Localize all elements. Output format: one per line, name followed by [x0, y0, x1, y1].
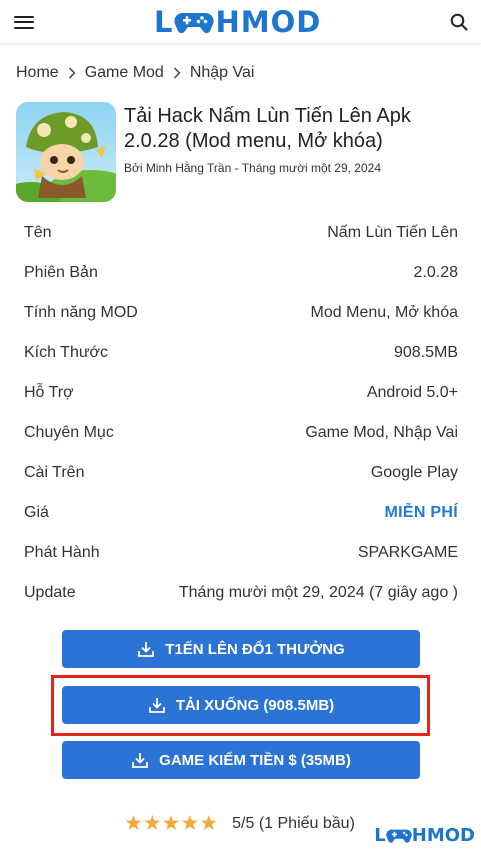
info-value: Nấm Lùn Tiến Lên	[327, 224, 458, 241]
chevron-right-icon	[173, 67, 181, 79]
button-label: GAME KIẾM TIỀN $ (35MB)	[159, 751, 351, 769]
download-highlight-box	[51, 675, 430, 736]
star-rating[interactable]: ★ ★ ★ ★ ★	[124, 813, 218, 835]
app-icon	[16, 102, 116, 202]
watermark-logo: L HMOD	[374, 825, 475, 846]
info-row-install-on: Cài Trên Google Play	[16, 453, 466, 493]
gamepad-icon	[174, 13, 215, 34]
watermark-text-right: HMOD	[411, 825, 475, 846]
download-icon	[132, 753, 149, 768]
site-header: L HMOD	[0, 0, 481, 44]
hamburger-menu-icon[interactable]	[14, 12, 36, 32]
breadcrumb-game-mod[interactable]: Game Mod	[85, 64, 164, 82]
breadcrumb: Home Game Mod Nhập Vai	[16, 64, 254, 82]
site-logo[interactable]: L HMOD	[154, 4, 321, 40]
info-label: Tính năng MOD	[24, 304, 138, 321]
logo-text-left: L	[154, 5, 174, 39]
info-value: Android 5.0+	[366, 384, 458, 401]
info-label: Update	[24, 584, 76, 601]
star-icon[interactable]: ★	[180, 813, 199, 835]
watermark-text-left: L	[374, 825, 386, 846]
earn-money-game-button[interactable]: GAME KIẾM TIỀN $ (35MB)	[62, 741, 420, 779]
breadcrumb-nhap-vai[interactable]: Nhập Vai	[190, 64, 255, 82]
info-label: Chuyên Mục	[24, 424, 114, 441]
rating: ★ ★ ★ ★ ★ 5/5 (1 Phiếu bầu)	[124, 813, 355, 835]
info-value: Google Play	[370, 464, 458, 481]
logo-text-right: HMOD	[215, 5, 322, 39]
info-row-size: Kích Thước 908.5MB	[16, 333, 466, 373]
info-label: Hỗ Trợ	[24, 384, 74, 401]
info-label: Cài Trên	[24, 464, 85, 481]
star-icon[interactable]: ★	[124, 813, 143, 835]
chevron-right-icon	[68, 67, 76, 79]
button-label: T1ẾN LÊN ĐỔ1 THƯỞNG	[165, 640, 345, 658]
info-label: Kích Thước	[24, 344, 109, 361]
info-row-mod-features: Tính năng MOD Mod Menu, Mở khóa	[16, 293, 466, 333]
search-icon[interactable]	[450, 13, 468, 31]
info-row-category: Chuyên Mục Game Mod, Nhập Vai	[16, 413, 466, 453]
star-icon[interactable]: ★	[199, 813, 218, 835]
info-row-update: Update Tháng mười một 29, 2024 (7 giây a…	[16, 573, 466, 613]
info-row-name: Tên Nấm Lùn Tiến Lên	[16, 213, 466, 253]
download-icon	[138, 642, 155, 657]
info-row-support: Hỗ Trợ Android 5.0+	[16, 373, 466, 413]
info-label: Phiên Bản	[24, 264, 98, 281]
reward-game-button[interactable]: T1ẾN LÊN ĐỔ1 THƯỞNG	[62, 630, 420, 668]
info-value: 908.5MB	[393, 344, 458, 361]
info-row-price: Giá MIỄN PHÍ	[16, 493, 466, 533]
info-row-version: Phiên Bản 2.0.28	[16, 253, 466, 293]
star-icon[interactable]: ★	[162, 813, 181, 835]
info-value: 2.0.28	[413, 264, 458, 281]
price-free-badge: MIỄN PHÍ	[384, 504, 458, 521]
info-label: Giá	[24, 504, 49, 521]
breadcrumb-home[interactable]: Home	[16, 64, 59, 82]
info-value: Mod Menu, Mở khóa	[310, 304, 458, 321]
app-title: Tải Hack Nấm Lùn Tiến Lên Apk 2.0.28 (Mo…	[124, 105, 411, 152]
app-byline: Bởi Minh Hằng Trần - Tháng mười một 29, …	[124, 161, 382, 175]
info-label: Phát Hành	[24, 544, 100, 561]
info-value: Game Mod, Nhập Vai	[305, 424, 458, 441]
star-icon[interactable]: ★	[143, 813, 162, 835]
rating-text: 5/5 (1 Phiếu bầu)	[232, 815, 355, 832]
info-value: Tháng mười một 29, 2024 (7 giây ago )	[178, 584, 458, 601]
app-info-table: Tên Nấm Lùn Tiến Lên Phiên Bản 2.0.28 Tí…	[16, 213, 466, 613]
info-label: Tên	[24, 224, 52, 241]
info-value: SPARKGAME	[357, 544, 458, 561]
gamepad-icon	[386, 829, 412, 843]
info-row-publisher: Phát Hành SPARKGAME	[16, 533, 466, 573]
